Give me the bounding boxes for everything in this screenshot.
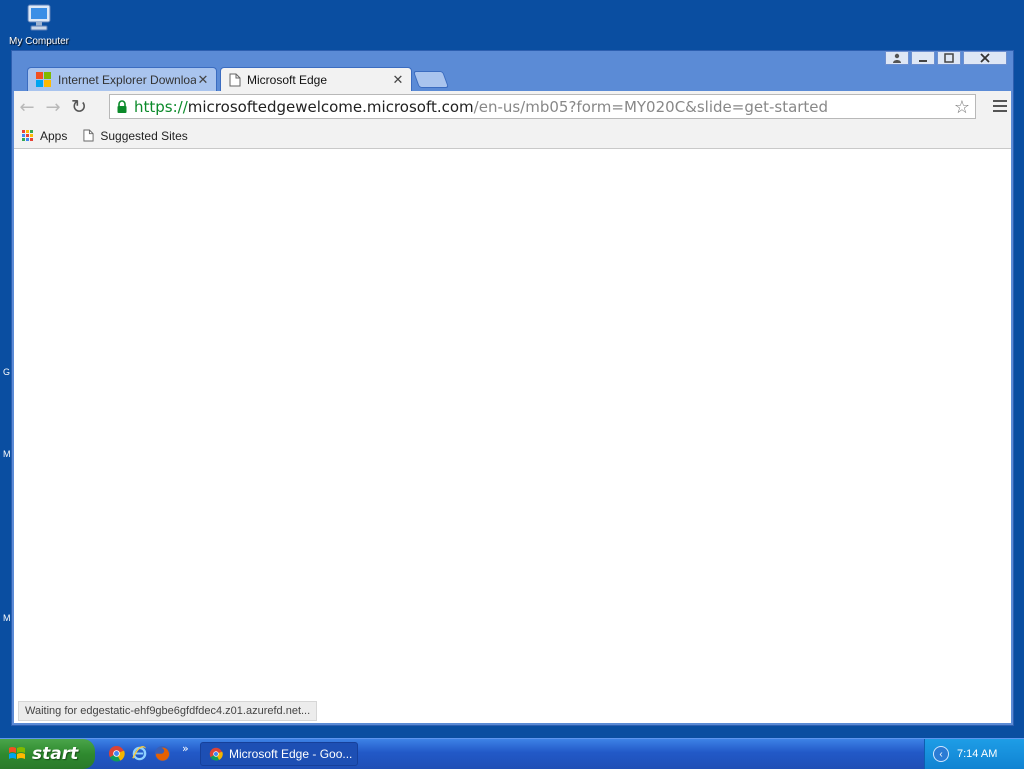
- ie-icon[interactable]: [131, 745, 148, 762]
- taskbar-item-label: Microsoft Edge - Goo...: [229, 747, 353, 761]
- reload-button[interactable]: ↻: [66, 94, 92, 120]
- bookmark-suggested-sites[interactable]: Suggested Sites: [83, 128, 188, 143]
- close-window-button[interactable]: [963, 51, 1007, 65]
- tab-title: Microsoft Edge: [247, 72, 328, 87]
- show-hidden-icons-button[interactable]: ‹: [933, 746, 949, 762]
- taskbar-item-microsoft-edge[interactable]: Microsoft Edge - Goo...: [200, 742, 358, 766]
- apps-grid-icon: [22, 129, 34, 142]
- bookmark-label: Suggested Sites: [100, 128, 188, 143]
- page-content[interactable]: Waiting for edgestatic-ehf9gbe6gfdfdec4.…: [14, 149, 1011, 723]
- firefox-icon[interactable]: [154, 745, 171, 762]
- bookmarks-bar: Apps Suggested Sites: [14, 123, 1011, 149]
- window-controls: [885, 51, 1007, 65]
- minimize-button[interactable]: [911, 51, 935, 65]
- taskbar: start » Microsoft Edge - Goo... ‹ 7:14 A…: [0, 738, 1024, 769]
- reload-icon: ↻: [71, 96, 87, 118]
- quick-launch-overflow-icon[interactable]: »: [182, 742, 189, 755]
- quick-launch: [108, 745, 171, 762]
- tab-title: Internet Explorer Downloads: [58, 72, 196, 87]
- desktop-icon-edge-label: M: [3, 613, 11, 623]
- microsoft-logo-icon: [36, 71, 51, 87]
- system-tray: ‹ 7:14 AM: [924, 739, 1024, 769]
- chrome-icon[interactable]: [108, 745, 125, 762]
- bookmark-star-icon[interactable]: ☆: [954, 97, 970, 118]
- start-label: start: [32, 744, 79, 764]
- clock[interactable]: 7:14 AM: [957, 748, 997, 760]
- new-tab-button[interactable]: [412, 71, 450, 88]
- url-path: /en-us/mb05?form=MY020C&slide=get-starte…: [473, 97, 829, 116]
- maximize-button[interactable]: [937, 51, 961, 65]
- tab-close-icon[interactable]: ✕: [391, 72, 405, 88]
- url-scheme: https://: [134, 97, 188, 116]
- tab-microsoft-edge[interactable]: Microsoft Edge ✕: [220, 67, 412, 91]
- chrome-icon: [209, 747, 223, 761]
- menu-icon[interactable]: [993, 97, 1007, 115]
- tab-internet-explorer-downloads[interactable]: Internet Explorer Downloads ✕: [27, 67, 217, 91]
- back-button[interactable]: ←: [14, 94, 40, 120]
- back-arrow-icon: ←: [19, 96, 35, 118]
- page-icon: [83, 129, 94, 142]
- address-bar[interactable]: https://microsoftedgewelcome.microsoft.c…: [109, 94, 976, 119]
- forward-button[interactable]: →: [40, 94, 66, 120]
- desktop-icon-my-computer[interactable]: My Computer: [4, 2, 74, 47]
- profile-icon[interactable]: [885, 51, 909, 65]
- desktop-icon-label: My Computer: [8, 36, 69, 47]
- tab-strip: Internet Explorer Downloads ✕ Microsoft …: [12, 51, 1013, 91]
- url-host: microsoftedgewelcome.microsoft.com: [187, 97, 474, 116]
- windows-flag-icon: [9, 747, 25, 759]
- status-bubble: Waiting for edgestatic-ehf9gbe6gfdfdec4.…: [18, 701, 318, 721]
- tab-close-icon[interactable]: ✕: [196, 72, 210, 88]
- bookmark-apps[interactable]: Apps: [22, 129, 67, 143]
- desktop-icon-edge-label: M: [3, 449, 11, 459]
- browser-toolbar: ← → ↻ https://microsoftedgewelcome.micro…: [14, 91, 1011, 123]
- browser-window: Internet Explorer Downloads ✕ Microsoft …: [11, 50, 1014, 726]
- forward-arrow-icon: →: [45, 96, 61, 118]
- bookmark-label: Apps: [40, 128, 68, 143]
- computer-icon: [27, 4, 51, 31]
- lock-icon: [117, 99, 127, 113]
- start-button[interactable]: start: [0, 739, 95, 769]
- page-icon: [229, 73, 241, 86]
- desktop-icon-edge-label: G: [3, 367, 11, 377]
